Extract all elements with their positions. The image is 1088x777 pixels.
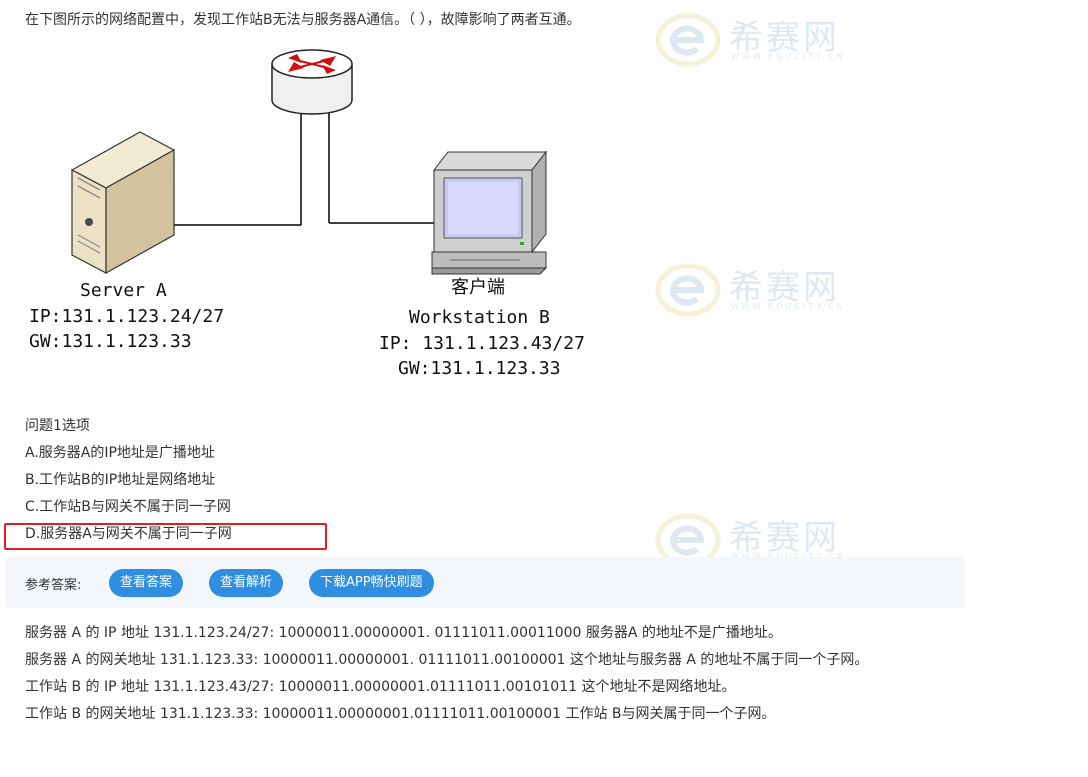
server-name: Server A: [80, 280, 167, 301]
explanation-line: 工作站 B 的 IP 地址 131.1.123.43/27: 10000011.…: [25, 679, 736, 695]
server-ip: IP:131.1.123.24/27: [29, 306, 225, 327]
workstation-icon: [431, 150, 548, 275]
explanation-line: 服务器 A 的网关地址 131.1.123.33: 10000011.00000…: [25, 652, 869, 668]
view-answer-button[interactable]: 查看答案: [109, 569, 184, 597]
option-c[interactable]: C.工作站B与网关不属于同一子网: [25, 497, 232, 524]
question-text: 在下图所示的网络配置中，发现工作站B无法与服务器A通信。（ ），故障影响了两者互…: [25, 12, 581, 28]
explanation-line: 工作站 B 的网关地址 131.1.123.33: 10000011.00000…: [25, 706, 776, 722]
reference-answer-label: 参考答案:: [25, 578, 82, 593]
workstation-gateway: GW:131.1.123.33: [398, 358, 561, 379]
answer-bar: 参考答案: 查看答案 查看解析 下载APP畅快刷题: [5, 557, 965, 608]
explanation-line: 服务器 A 的 IP 地址 131.1.123.24/27: 10000011.…: [25, 625, 782, 641]
workstation-name: Workstation B: [409, 307, 550, 328]
server-icon: [70, 131, 176, 275]
server-gateway: GW:131.1.123.33: [29, 331, 192, 352]
option-a[interactable]: A.服务器A的IP地址是广播地址: [25, 443, 232, 470]
options-title: 问题1选项: [25, 418, 90, 434]
explanation: 服务器 A 的 IP 地址 131.1.123.24/27: 10000011.…: [25, 620, 925, 728]
workstation-ip: IP: 131.1.123.43/27: [379, 333, 585, 354]
answer-highlight-box: [4, 523, 327, 550]
network-diagram: Server A IP:131.1.123.24/27 GW:131.1.123…: [0, 30, 700, 390]
router-icon: [271, 49, 353, 115]
workstation-caption: 客户端: [451, 277, 505, 298]
option-b[interactable]: B.工作站B的IP地址是网络地址: [25, 470, 232, 497]
view-analysis-button[interactable]: 查看解析: [209, 569, 284, 597]
download-app-button[interactable]: 下载APP畅快刷题: [309, 569, 434, 597]
